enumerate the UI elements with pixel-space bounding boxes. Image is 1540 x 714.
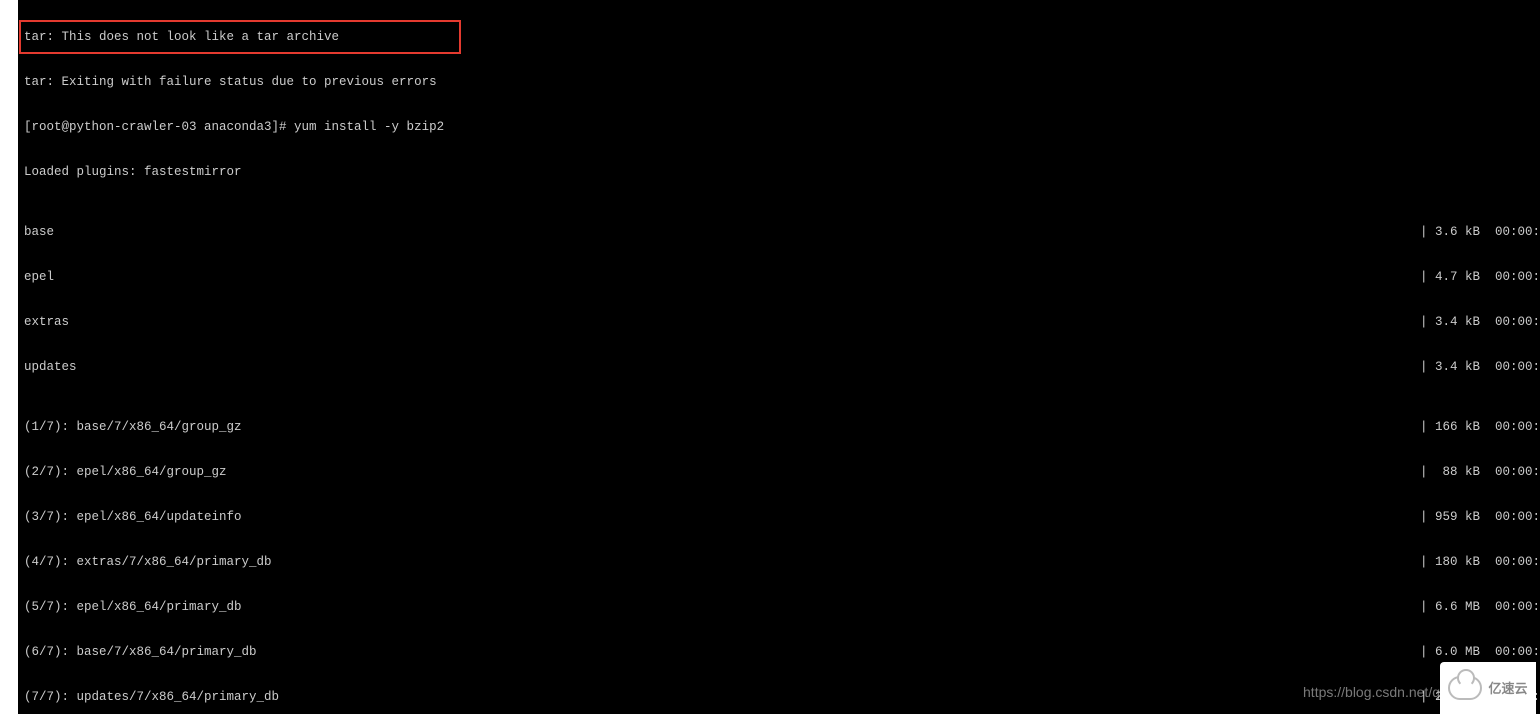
line: tar: Exiting with failure status due to … <box>24 75 1540 90</box>
dl-row: (2/7): epel/x86_64/group_gz| 88 kB 00:00… <box>24 465 1540 480</box>
repo-row: epel | 4.7 kB 00:00: <box>24 270 1540 285</box>
repo-size: | 4.7 kB 00:00: <box>1420 270 1540 285</box>
repo-size: | 3.4 kB 00:00: <box>1420 315 1540 330</box>
terminal-window[interactable]: tar: This does not look like a tar archi… <box>0 0 1540 714</box>
repo-row: updates | 3.4 kB 00:00: <box>24 360 1540 375</box>
repo-row: base | 3.6 kB 00:00: <box>24 225 1540 240</box>
watermark-brand: 亿速云 <box>1488 681 1527 696</box>
prompt-line: [root@python-crawler-03 anaconda3]# yum … <box>24 120 1540 135</box>
repo-name: updates <box>24 360 77 375</box>
repo-name: epel <box>24 270 54 285</box>
repo-name: base <box>24 225 54 240</box>
dl-row: (5/7): epel/x86_64/primary_db| 6.6 MB 00… <box>24 600 1540 615</box>
terminal-content: tar: This does not look like a tar archi… <box>18 0 1540 714</box>
repo-size: | 3.6 kB 00:00: <box>1420 225 1540 240</box>
repo-row: extras | 3.4 kB 00:00: <box>24 315 1540 330</box>
dl-row: (1/7): base/7/x86_64/group_gz| 166 kB 00… <box>24 420 1540 435</box>
watermark-url: https://blog.csdn.net/q <box>1303 685 1440 700</box>
left-margin <box>0 0 18 714</box>
line: Loaded plugins: fastestmirror <box>24 165 1540 180</box>
repo-size: | 3.4 kB 00:00: <box>1420 360 1540 375</box>
watermark-logo: 亿速云 <box>1440 662 1536 714</box>
repo-name: extras <box>24 315 69 330</box>
dl-row: (6/7): base/7/x86_64/primary_db| 6.0 MB … <box>24 645 1540 660</box>
cloud-icon <box>1448 676 1482 700</box>
dl-row: (4/7): extras/7/x86_64/primary_db| 180 k… <box>24 555 1540 570</box>
line: tar: This does not look like a tar archi… <box>24 30 1540 45</box>
dl-row: (3/7): epel/x86_64/updateinfo| 959 kB 00… <box>24 510 1540 525</box>
